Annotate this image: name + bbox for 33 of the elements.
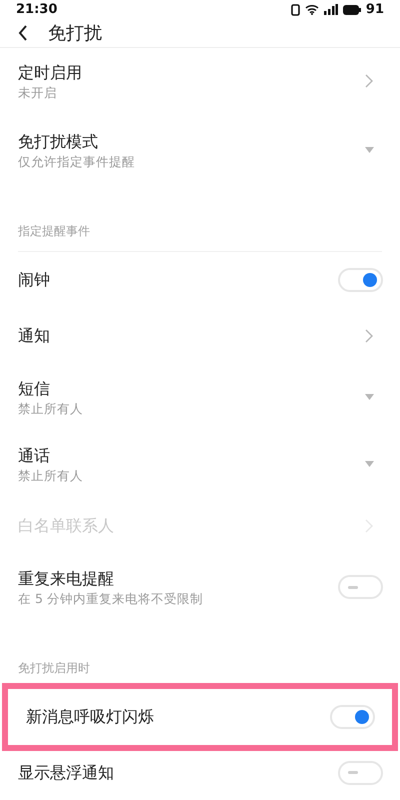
section-heading: 免打扰启用时 bbox=[18, 660, 90, 674]
row-title: 免打扰模式 bbox=[18, 130, 99, 152]
dropdown-triangle-icon bbox=[365, 147, 374, 153]
row-title: 通话 bbox=[18, 444, 51, 466]
row-title: 闹钟 bbox=[18, 268, 50, 290]
dropdown-triangle-icon bbox=[365, 461, 374, 467]
row-subtitle: 在 5 分钟内重复来电将不受限制 bbox=[18, 590, 203, 606]
section-heading: 指定提醒事件 bbox=[18, 224, 90, 238]
toggle-switch[interactable] bbox=[338, 575, 383, 599]
row-subtitle: 仅允许指定事件提醒 bbox=[18, 152, 135, 170]
battery-level: 91 bbox=[366, 1, 384, 19]
row-title: 短信 bbox=[18, 378, 51, 400]
row-subtitle: 禁止所有人 bbox=[18, 466, 83, 484]
row-title: 通知 bbox=[18, 324, 50, 346]
row-title: 重复来电提醒 bbox=[18, 568, 115, 590]
toggle-switch[interactable] bbox=[338, 760, 383, 784]
status-time: 21:30 bbox=[16, 1, 58, 19]
battery-icon bbox=[342, 4, 361, 15]
signal-icon bbox=[324, 4, 338, 16]
row-title: 定时启用 bbox=[18, 62, 82, 84]
row-subtitle: 禁止所有人 bbox=[18, 400, 83, 416]
row-title: 显示悬浮通知 bbox=[18, 762, 114, 784]
toggle-switch[interactable] bbox=[330, 704, 375, 728]
row-title: 新消息呼吸灯闪烁 bbox=[26, 706, 154, 728]
page-title: 免打扰 bbox=[48, 22, 102, 46]
chevron-right-icon bbox=[365, 74, 373, 88]
back-icon[interactable] bbox=[18, 25, 28, 41]
wifi-icon bbox=[304, 4, 319, 16]
toggle-switch[interactable] bbox=[338, 268, 383, 292]
dropdown-triangle-icon bbox=[365, 394, 374, 400]
vibrate-icon bbox=[290, 4, 300, 16]
row-subtitle: 未开启 bbox=[18, 84, 58, 100]
chevron-right-icon bbox=[365, 328, 373, 342]
